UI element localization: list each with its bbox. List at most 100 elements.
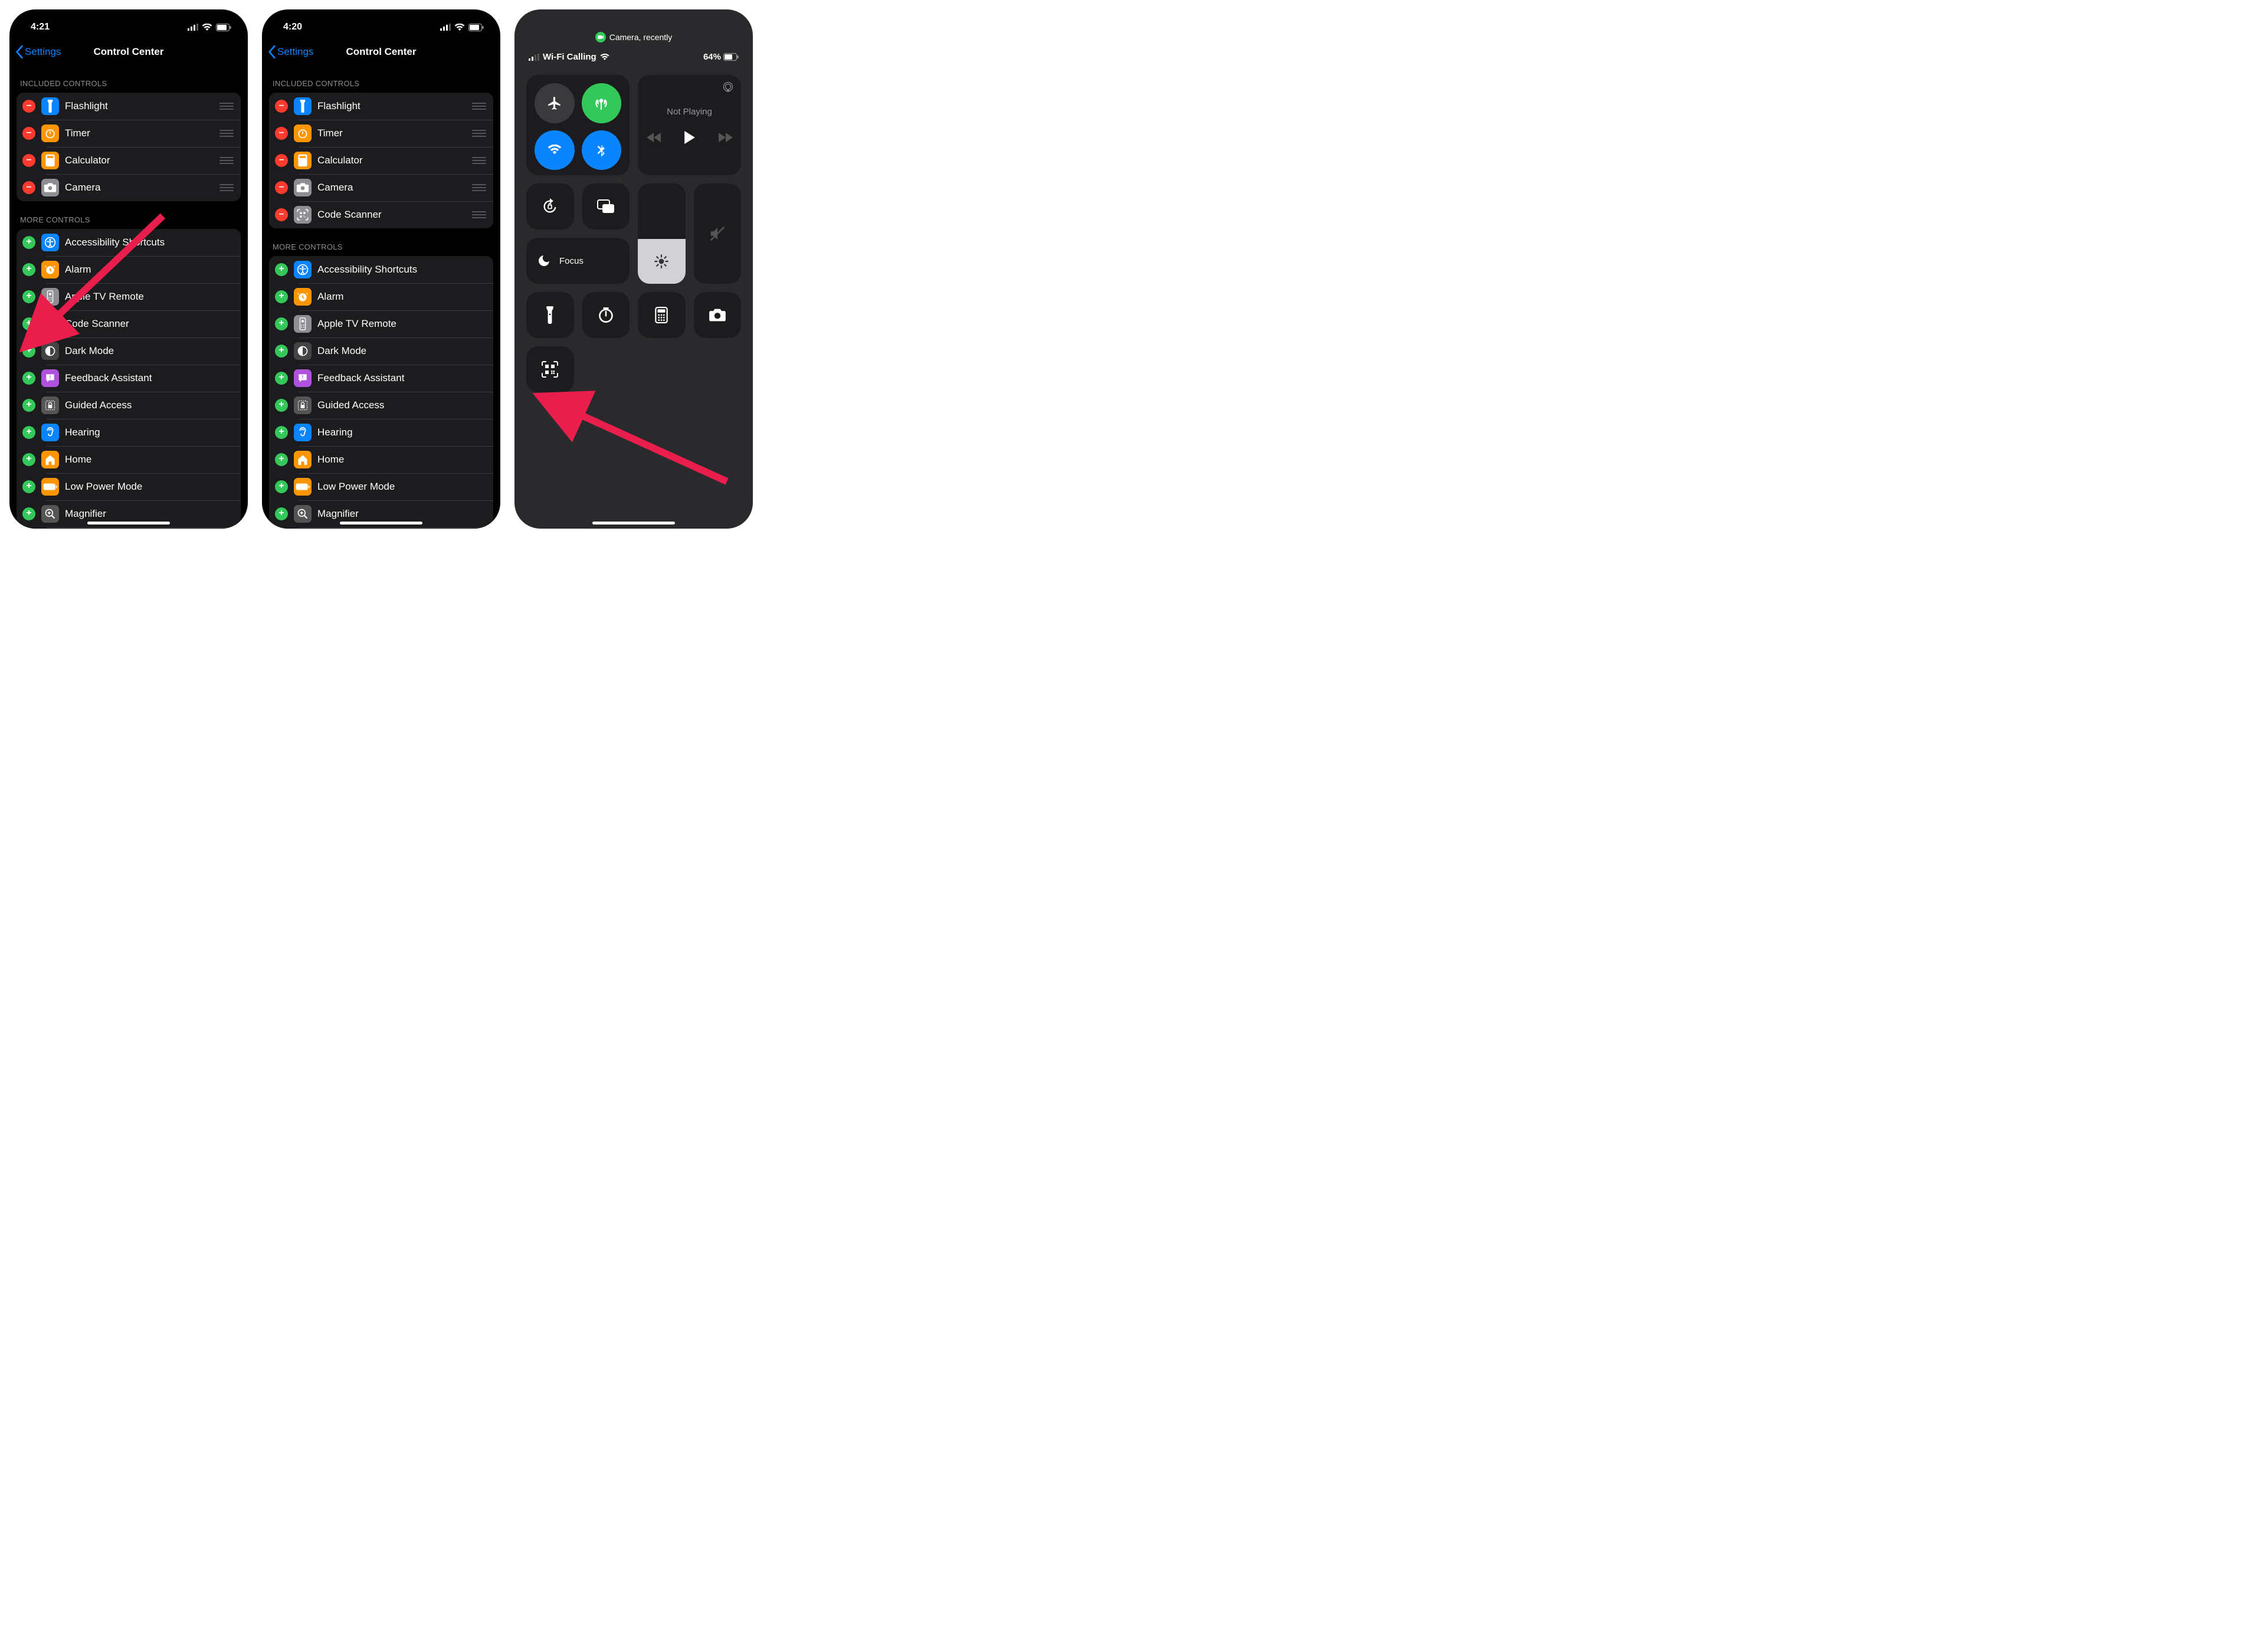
back-button[interactable]: Settings bbox=[15, 45, 61, 58]
airplane-mode-toggle[interactable] bbox=[535, 83, 575, 123]
home-indicator[interactable] bbox=[340, 522, 422, 525]
control-row[interactable]: Alarm bbox=[269, 283, 493, 310]
focus-toggle[interactable]: Focus bbox=[526, 238, 630, 284]
control-row[interactable]: Dark Mode bbox=[269, 337, 493, 365]
timer-button[interactable] bbox=[582, 292, 630, 338]
control-row[interactable]: Flashlight bbox=[269, 93, 493, 120]
control-row[interactable]: Dark Mode bbox=[17, 337, 241, 365]
add-button[interactable] bbox=[275, 507, 288, 520]
add-button[interactable] bbox=[22, 345, 35, 358]
add-button[interactable] bbox=[22, 399, 35, 412]
control-row[interactable]: Accessibility Shortcuts bbox=[269, 256, 493, 283]
moon-icon bbox=[537, 254, 551, 268]
reorder-handle[interactable] bbox=[472, 103, 486, 110]
reorder-handle[interactable] bbox=[219, 103, 234, 110]
connectivity-panel[interactable] bbox=[526, 75, 630, 175]
volume-slider[interactable] bbox=[694, 183, 742, 284]
add-button[interactable] bbox=[22, 317, 35, 330]
home-indicator[interactable] bbox=[592, 522, 675, 525]
back-button[interactable]: Settings bbox=[268, 45, 313, 58]
forward-icon[interactable] bbox=[719, 133, 733, 142]
control-row[interactable]: Low Power Mode bbox=[17, 473, 241, 500]
remove-button[interactable] bbox=[275, 181, 288, 194]
control-row[interactable]: Hearing bbox=[269, 419, 493, 446]
control-row[interactable]: Calculator bbox=[17, 147, 241, 174]
add-button[interactable] bbox=[22, 426, 35, 439]
control-row[interactable]: Guided Access bbox=[17, 392, 241, 419]
add-button[interactable] bbox=[275, 345, 288, 358]
reorder-handle[interactable] bbox=[219, 157, 234, 164]
control-row[interactable]: Hearing bbox=[17, 419, 241, 446]
remove-button[interactable] bbox=[22, 154, 35, 167]
add-button[interactable] bbox=[22, 263, 35, 276]
reorder-handle[interactable] bbox=[472, 130, 486, 137]
control-row[interactable]: Low Power Mode bbox=[269, 473, 493, 500]
control-row[interactable]: Code Scanner bbox=[17, 310, 241, 337]
add-button[interactable] bbox=[275, 263, 288, 276]
add-button[interactable] bbox=[22, 453, 35, 466]
add-button[interactable] bbox=[22, 507, 35, 520]
add-button[interactable] bbox=[22, 372, 35, 385]
control-row[interactable]: Calculator bbox=[269, 147, 493, 174]
add-button[interactable] bbox=[275, 480, 288, 493]
reorder-handle[interactable] bbox=[472, 211, 486, 218]
remove-button[interactable] bbox=[275, 127, 288, 140]
media-panel[interactable]: Not Playing bbox=[638, 75, 741, 175]
brightness-slider[interactable] bbox=[638, 183, 686, 284]
control-row[interactable]: Alarm bbox=[17, 256, 241, 283]
rewind-icon[interactable] bbox=[647, 133, 661, 142]
add-button[interactable] bbox=[275, 290, 288, 303]
add-button[interactable] bbox=[275, 399, 288, 412]
control-row[interactable]: Music Recognition bbox=[269, 527, 493, 529]
airplay-icon[interactable] bbox=[722, 81, 734, 93]
add-button[interactable] bbox=[275, 453, 288, 466]
add-button[interactable] bbox=[275, 372, 288, 385]
add-button[interactable] bbox=[22, 290, 35, 303]
remove-button[interactable] bbox=[22, 181, 35, 194]
control-row[interactable]: Accessibility Shortcuts bbox=[17, 229, 241, 256]
control-row[interactable]: Home bbox=[269, 446, 493, 473]
control-row[interactable]: Music Recognition bbox=[17, 527, 241, 529]
included-controls-list: FlashlightTimerCalculatorCameraCode Scan… bbox=[269, 93, 493, 228]
add-button[interactable] bbox=[275, 426, 288, 439]
play-icon[interactable] bbox=[684, 131, 695, 144]
remove-button[interactable] bbox=[275, 154, 288, 167]
control-label: Alarm bbox=[65, 264, 234, 276]
control-row[interactable]: Apple TV Remote bbox=[269, 310, 493, 337]
remove-button[interactable] bbox=[275, 100, 288, 113]
camera-button[interactable] bbox=[694, 292, 742, 338]
reorder-handle[interactable] bbox=[219, 130, 234, 137]
bluetooth-toggle[interactable] bbox=[582, 130, 622, 171]
control-row[interactable]: Flashlight bbox=[17, 93, 241, 120]
control-row[interactable]: Apple TV Remote bbox=[17, 283, 241, 310]
home-indicator[interactable] bbox=[87, 522, 170, 525]
control-row[interactable]: Home bbox=[17, 446, 241, 473]
add-button[interactable] bbox=[275, 317, 288, 330]
control-row[interactable]: Camera bbox=[269, 174, 493, 201]
control-row[interactable]: Code Scanner bbox=[269, 201, 493, 228]
flashlight-button[interactable] bbox=[526, 292, 574, 338]
code-scanner-button[interactable] bbox=[526, 346, 574, 392]
control-row[interactable]: Timer bbox=[17, 120, 241, 147]
control-row[interactable]: Camera bbox=[17, 174, 241, 201]
add-button[interactable] bbox=[22, 480, 35, 493]
control-row[interactable]: !Feedback Assistant bbox=[269, 365, 493, 392]
remove-button[interactable] bbox=[22, 127, 35, 140]
reorder-handle[interactable] bbox=[472, 184, 486, 191]
add-button[interactable] bbox=[22, 236, 35, 249]
control-label: Low Power Mode bbox=[317, 481, 486, 493]
orientation-lock-toggle[interactable] bbox=[526, 183, 574, 230]
remove-button[interactable] bbox=[22, 100, 35, 113]
remove-button[interactable] bbox=[275, 208, 288, 221]
privacy-indicator[interactable]: Camera, recently bbox=[514, 9, 753, 42]
control-row[interactable]: Guided Access bbox=[269, 392, 493, 419]
control-row[interactable]: Timer bbox=[269, 120, 493, 147]
cellular-data-toggle[interactable] bbox=[582, 83, 622, 123]
calculator-button[interactable] bbox=[638, 292, 686, 338]
wifi-toggle[interactable] bbox=[535, 130, 575, 171]
reorder-handle[interactable] bbox=[472, 157, 486, 164]
wifi-icon bbox=[202, 24, 212, 31]
control-row[interactable]: !Feedback Assistant bbox=[17, 365, 241, 392]
reorder-handle[interactable] bbox=[219, 184, 234, 191]
screen-mirroring-toggle[interactable] bbox=[582, 183, 630, 230]
